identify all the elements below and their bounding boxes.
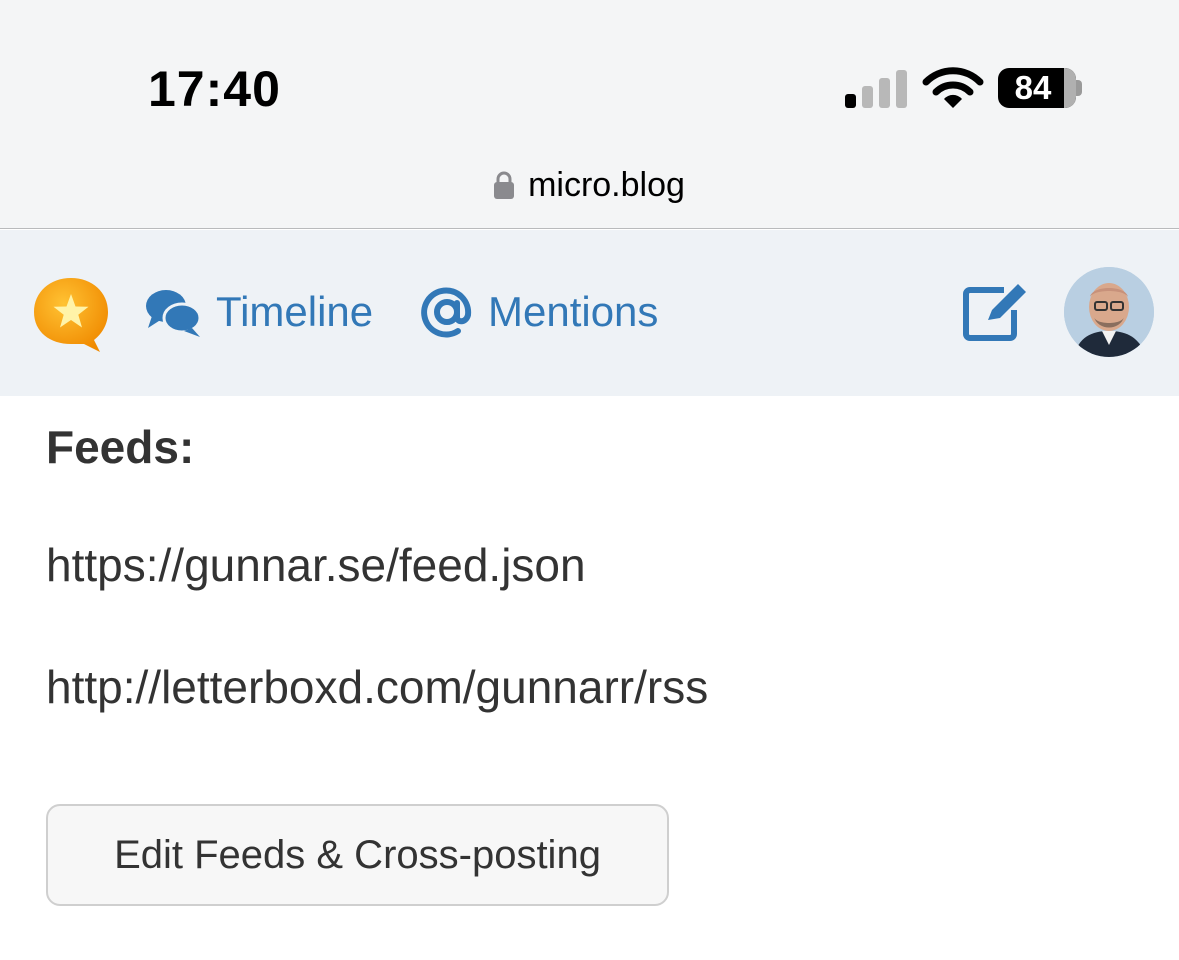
compose-icon[interactable] (962, 282, 1028, 342)
nav-mentions-label: Mentions (488, 288, 659, 335)
user-avatar[interactable] (1064, 267, 1154, 357)
browser-chrome: 17:40 84 micro.blog (0, 0, 1179, 229)
cellular-signal-icon (845, 70, 907, 108)
url-text: micro.blog (528, 165, 685, 204)
microblog-star-logo-icon[interactable] (32, 276, 110, 354)
battery-indicator: 84 (998, 68, 1076, 108)
nav-timeline-link[interactable]: Timeline (144, 282, 373, 342)
at-sign-icon (421, 287, 472, 338)
avatar-photo (1064, 267, 1154, 357)
battery-level: 84 (1014, 69, 1052, 106)
feed-url-item: http://letterboxd.com/gunnarr/rss (46, 661, 709, 713)
app-navbar: Timeline Mentions (0, 230, 1179, 396)
lock-icon (494, 171, 515, 199)
feed-url-item: https://gunnar.se/feed.json (46, 539, 586, 591)
url-bar[interactable]: micro.blog (0, 160, 1179, 210)
wifi-icon (922, 67, 984, 108)
chat-bubbles-icon (146, 290, 202, 337)
feeds-section: Feeds: https://gunnar.se/feed.json http:… (46, 420, 1146, 906)
feeds-heading: Feeds: (46, 421, 195, 473)
nav-timeline-label: Timeline (216, 288, 374, 335)
nav-mentions-link[interactable]: Mentions (420, 282, 658, 342)
battery-nub (1076, 80, 1082, 96)
status-time: 17:40 (148, 61, 281, 117)
edit-feeds-button[interactable]: Edit Feeds & Cross-posting (46, 804, 669, 906)
